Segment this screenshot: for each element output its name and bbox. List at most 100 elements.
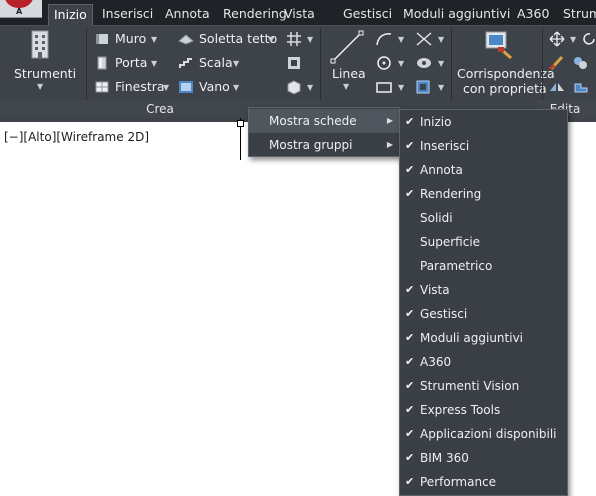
menu-item-show-panels[interactable]: Mostra gruppi ▶ xyxy=(249,133,399,157)
box-icon xyxy=(287,80,301,95)
chevron-down-icon: ▼ xyxy=(398,35,405,44)
submenu-item-rendering[interactable]: ✔ Rendering xyxy=(400,182,567,206)
submenu-item-label: Inizio xyxy=(420,115,452,129)
show-tabs-submenu: ✔ Inizio ✔ Inserisci ✔ Annota ✔ Rendering So… xyxy=(399,109,568,496)
hatch-icon xyxy=(417,58,431,68)
tools-label: Strumenti xyxy=(14,66,77,81)
tab-strumenti[interactable]: Strum xyxy=(558,4,596,26)
tab-gestisci[interactable]: Gestisci xyxy=(338,4,397,26)
tab-vista[interactable]: Vista xyxy=(279,4,320,26)
stair-label: Scala xyxy=(199,55,233,70)
submenu-item-label: Inserisci xyxy=(420,139,470,153)
submenu-item-inserisci[interactable]: ✔ Inserisci xyxy=(400,134,567,158)
submenu-item-a360[interactable]: ✔ A360 xyxy=(400,350,567,374)
submenu-item-strumenti-vision[interactable]: ✔ Strumenti Vision xyxy=(400,374,567,398)
door-label: Porta xyxy=(115,55,148,70)
submenu-item-annota[interactable]: ✔ Annota xyxy=(400,158,567,182)
submenu-item-inizio[interactable]: ✔ Inizio xyxy=(400,110,567,134)
frame-icon xyxy=(288,57,300,69)
check-icon: ✔ xyxy=(405,427,415,440)
application-menu-button[interactable]: A xyxy=(0,0,42,18)
window-icon xyxy=(95,81,109,93)
submenu-item-express-tools[interactable]: ✔ Express Tools xyxy=(400,398,567,422)
submenu-item-label: Gestisci xyxy=(420,307,468,321)
separator xyxy=(451,28,452,100)
submenu-item-label: Moduli aggiuntivi xyxy=(420,331,524,345)
tools-icon xyxy=(31,30,49,59)
window-label: Finestra xyxy=(115,79,165,94)
check-icon: ✔ xyxy=(405,187,415,200)
ribbon-context-menu: Mostra schede ▶ Mostra gruppi ▶ xyxy=(248,107,400,157)
check-icon: ✔ xyxy=(405,115,415,128)
roof-slab-label: Soletta tetto xyxy=(199,31,278,46)
wall-icon xyxy=(96,34,108,44)
ucs-origin-icon xyxy=(237,120,244,127)
check-icon: ✔ xyxy=(405,451,415,464)
stretch-icon xyxy=(574,83,588,93)
ribbon-tab-strip: A Inizio Inserisci Annota Rendering Vist… xyxy=(0,0,596,26)
polyline-icon xyxy=(376,33,392,46)
tab-moduli-aggiuntivi[interactable]: Moduli aggiuntivi xyxy=(398,4,515,26)
check-icon: ✔ xyxy=(405,307,415,320)
chevron-down-icon: ▼ xyxy=(438,35,445,44)
chevron-down-icon: ▼ xyxy=(398,83,405,92)
submenu-item-label: Performance xyxy=(420,475,497,489)
move-icon xyxy=(549,31,565,47)
submenu-item-moduli-aggiuntivi[interactable]: ✔ Moduli aggiuntivi xyxy=(400,326,567,350)
tab-a360[interactable]: A360 xyxy=(512,4,554,26)
rotate-icon xyxy=(583,33,595,45)
trim-icon xyxy=(548,55,564,71)
menu-item-label: Mostra schede xyxy=(269,114,357,128)
chevron-down-icon: ▼ xyxy=(398,59,405,68)
check-icon: ✔ xyxy=(405,163,415,176)
tab-inserisci[interactable]: Inserisci xyxy=(97,4,158,26)
door-icon xyxy=(97,56,107,70)
chevron-down-icon: ▼ xyxy=(233,59,240,68)
submenu-item-label: BIM 360 xyxy=(420,451,469,465)
separator xyxy=(86,28,87,100)
chevron-down-icon: ▼ xyxy=(307,83,314,92)
chevron-down-icon: ▼ xyxy=(37,82,44,91)
submenu-item-vista[interactable]: ✔ Vista xyxy=(400,278,567,302)
grid-icon xyxy=(287,32,301,46)
rectangle-icon xyxy=(376,82,392,93)
submenu-item-applicazioni-disponibili[interactable]: ✔ Applicazioni disponibili xyxy=(400,422,567,446)
check-icon: ✔ xyxy=(405,403,415,416)
menu-item-label: Mostra gruppi xyxy=(269,138,353,152)
submenu-item-label: Applicazioni disponibili xyxy=(420,427,557,441)
circle-icon xyxy=(377,56,391,70)
submenu-item-label: Express Tools xyxy=(420,403,501,417)
check-icon: ✔ xyxy=(405,475,415,488)
opening-icon xyxy=(179,81,193,93)
tab-annota[interactable]: Annota xyxy=(160,4,215,26)
submenu-item-parametrico[interactable]: Parametrico xyxy=(400,254,567,278)
menu-item-show-tabs[interactable]: Mostra schede ▶ xyxy=(249,109,399,133)
stair-icon xyxy=(179,58,192,68)
separator xyxy=(542,28,543,100)
submenu-item-label: Parametrico xyxy=(420,259,493,273)
line-icon xyxy=(330,30,364,64)
submenu-item-label: Solidi xyxy=(420,211,453,225)
chevron-right-icon: ▶ xyxy=(386,116,393,125)
submenu-item-label: Annota xyxy=(420,163,463,177)
copy-icon xyxy=(574,57,587,69)
mirror-icon xyxy=(550,83,564,91)
chevron-down-icon: ▼ xyxy=(163,83,170,92)
tab-inizio[interactable]: Inizio xyxy=(48,4,93,26)
submenu-item-performance[interactable]: ✔ Performance xyxy=(400,470,567,494)
xline-icon xyxy=(416,32,432,46)
submenu-item-label: Superficie xyxy=(420,235,481,249)
opening-label: Vano xyxy=(199,79,230,94)
match-properties-icon xyxy=(485,31,512,60)
viewport-controls-label[interactable]: [−][Alto][Wireframe 2D] xyxy=(4,130,149,144)
separator xyxy=(320,28,321,100)
submenu-item-solidi[interactable]: Solidi xyxy=(400,206,567,230)
chevron-down-icon: ▼ xyxy=(307,35,314,44)
submenu-item-bim-360[interactable]: ✔ BIM 360 xyxy=(400,446,567,470)
check-icon: ✔ xyxy=(405,331,415,344)
chevron-down-icon: ▼ xyxy=(570,35,577,44)
submenu-item-superficie[interactable]: Superficie xyxy=(400,230,567,254)
submenu-item-gestisci[interactable]: ✔ Gestisci xyxy=(400,302,567,326)
chevron-down-icon: ▼ xyxy=(438,83,445,92)
check-icon: ✔ xyxy=(405,379,415,392)
